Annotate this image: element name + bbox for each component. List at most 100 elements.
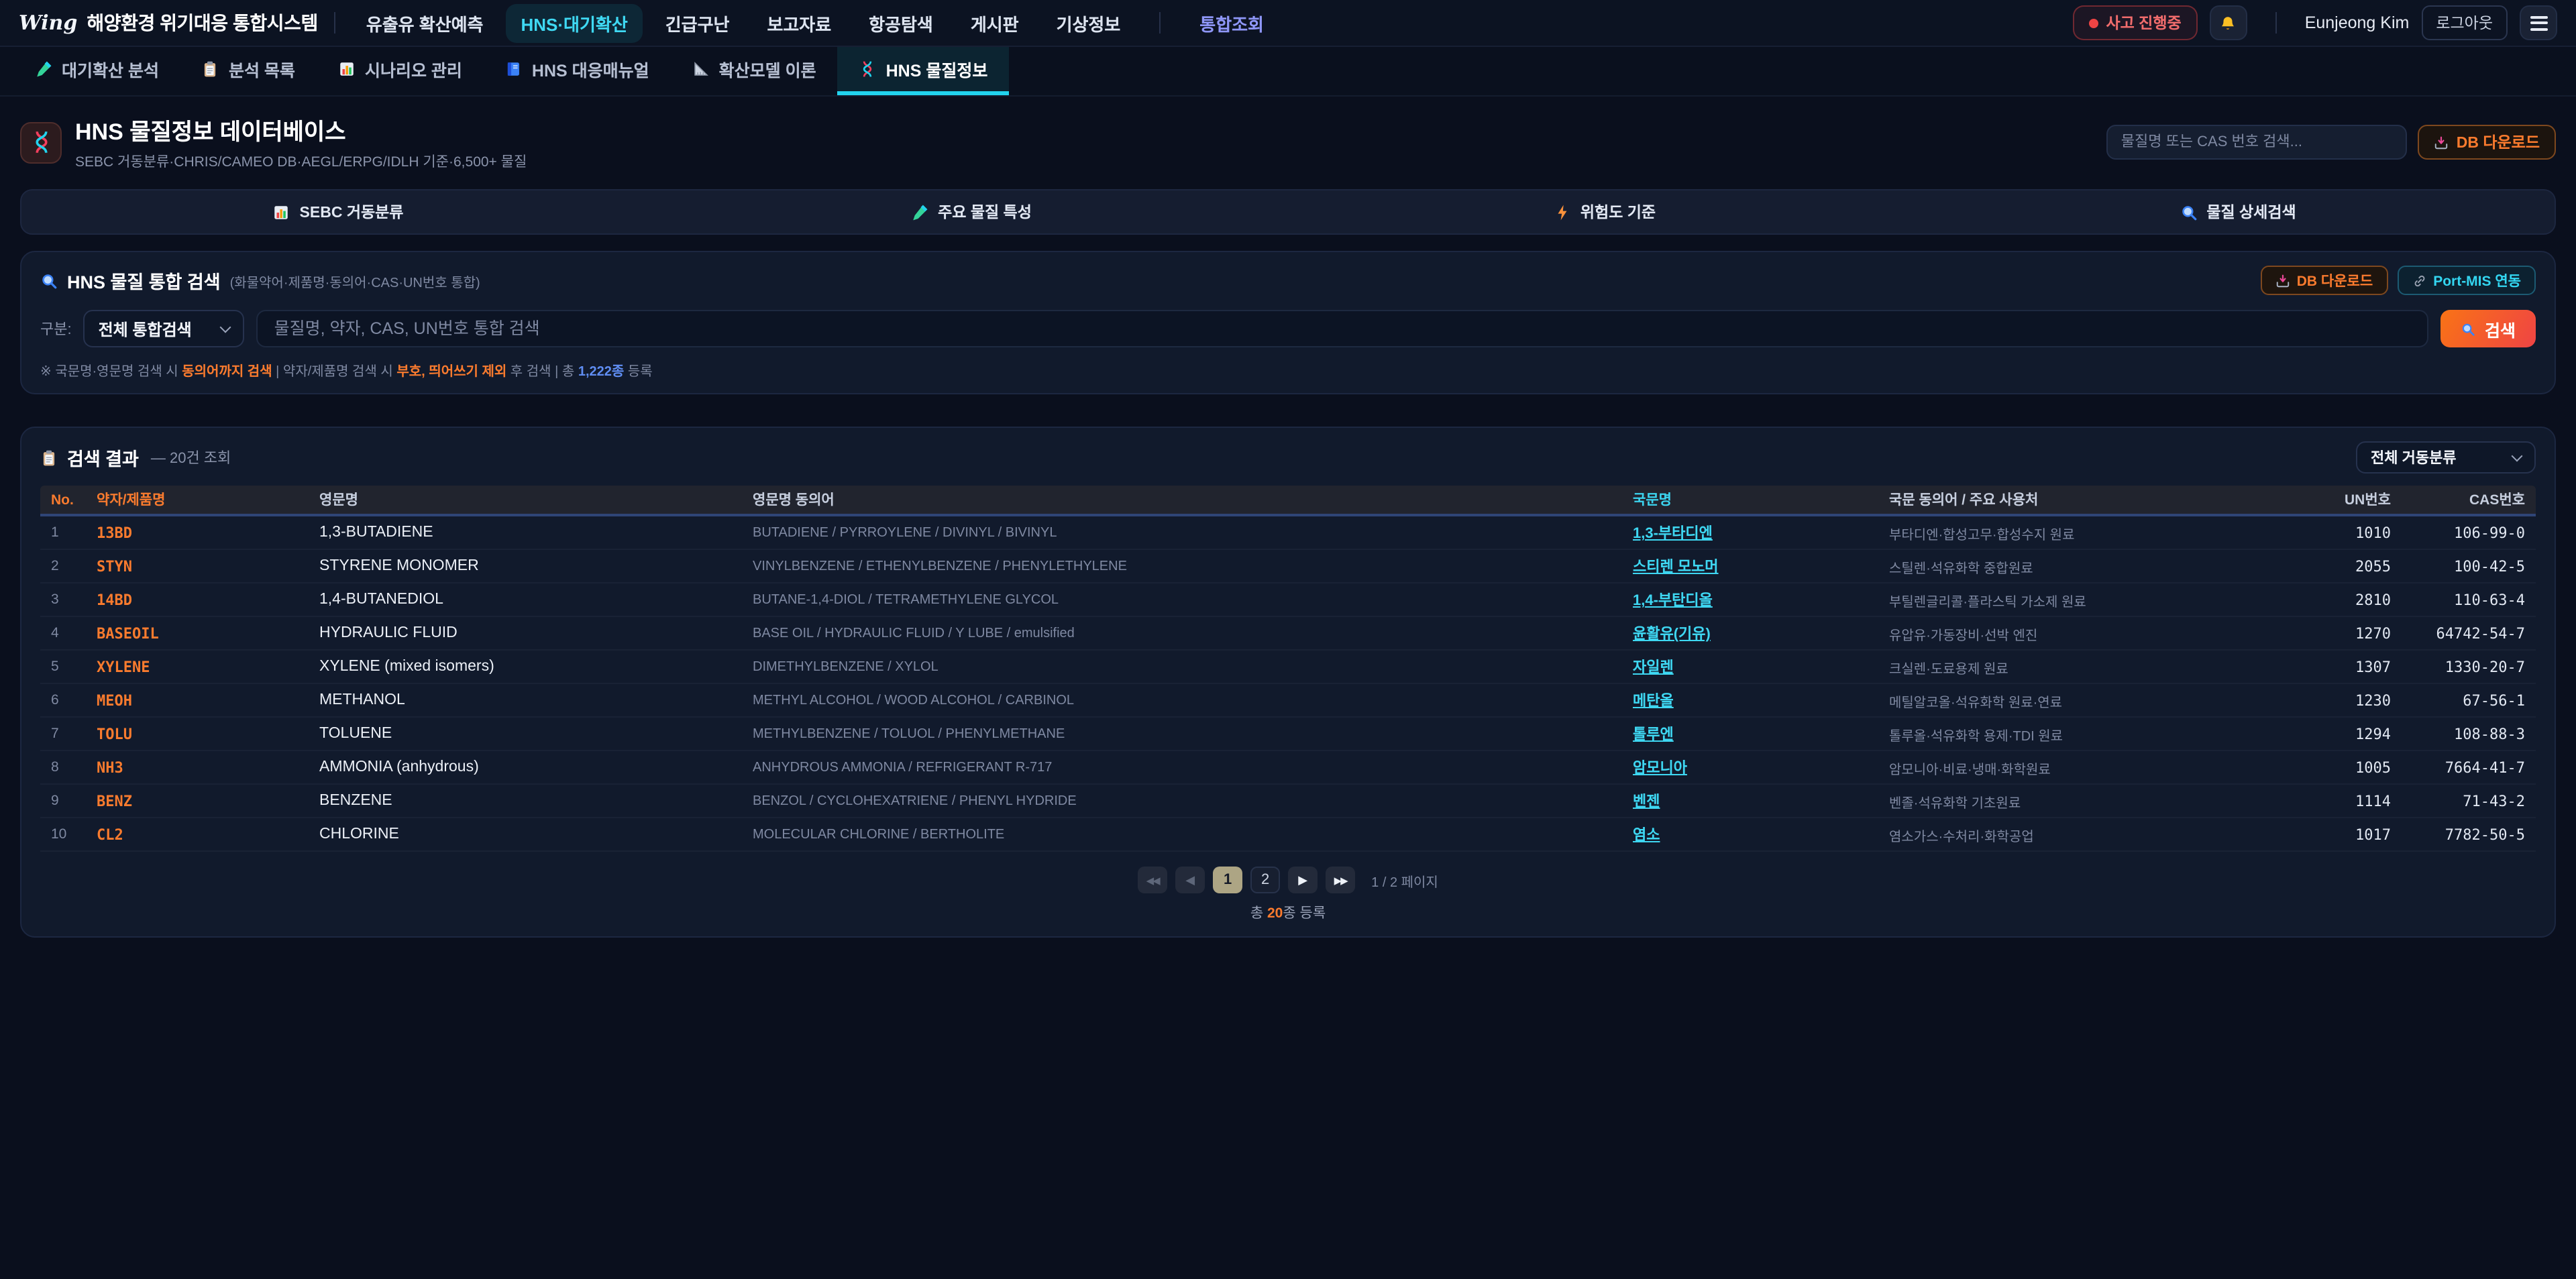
table-row[interactable]: 7TOLUTOLUENEMETHYLBENZENE / TOLUOL / PHE… <box>40 718 2536 751</box>
main-nav: 유출유 확산예측HNS·대기확산긴급구난보고자료항공탐색게시판기상정보 통합조회 <box>352 3 1279 42</box>
portmis-link-button[interactable]: Port-MIS 연동 <box>2397 266 2536 295</box>
cell-no: 9 <box>40 793 86 809</box>
results-count: — 20건 조회 <box>151 447 231 468</box>
cell-cas-number: 1330-20-7 <box>2402 658 2536 675</box>
tab-hns-response-manual[interactable]: HNS 대응매뉴얼 <box>484 47 671 95</box>
cell-kor-syn: 크실렌·도료용제 원료 <box>1878 657 2294 677</box>
nav-item-integrated-lookup[interactable]: 통합조회 <box>1185 3 1279 42</box>
cell-abbr: TOLU <box>86 725 309 742</box>
notifications-button[interactable] <box>2210 5 2247 40</box>
cell-no: 2 <box>40 558 86 574</box>
cell-eng-name: METHANOL <box>309 692 742 708</box>
tab-air-dispersion-analysis[interactable]: 대기확산 분석 <box>13 47 180 95</box>
search-card-title: HNS 물질 통합 검색 <box>67 267 221 294</box>
incident-status-badge[interactable]: 사고 진행중 <box>2072 5 2197 40</box>
cell-un-number: 1010 <box>2294 524 2402 541</box>
incident-badge-label: 사고 진행중 <box>2106 12 2181 34</box>
db-download-button[interactable]: DB 다운로드 <box>2418 125 2556 160</box>
behavior-filter-select[interactable]: 전체 거동분류 <box>2356 441 2536 474</box>
substance-kor-link[interactable]: 윤활유(기유) <box>1622 622 1878 644</box>
search-type-select[interactable]: 전체 통합검색 <box>84 310 245 347</box>
search-button[interactable]: 검색 <box>2440 310 2536 347</box>
cell-cas-number: 110-63-4 <box>2402 591 2536 608</box>
table-row[interactable]: 2STYNSTYRENE MONOMERVINYLBENZENE / ETHEN… <box>40 550 2536 583</box>
page-indicator: 1 / 2 페이지 <box>1371 870 1438 890</box>
next-page-button[interactable]: ▶ <box>1288 867 1318 893</box>
user-name: Eunjeong Kim <box>2305 13 2410 32</box>
substance-kor-link[interactable]: 1,4-부탄디올 <box>1622 589 1878 610</box>
quick-search-input[interactable] <box>2106 125 2407 160</box>
nav-item-reports[interactable]: 보고자료 <box>752 3 846 42</box>
table-row[interactable]: 113BD1,3-BUTADIENEBUTADIENE / PYRROYLENE… <box>40 516 2536 550</box>
search-card: HNS 물질 통합 검색 (화물약어·제품명·동의어·CAS·UN번호 통합) … <box>20 251 2556 394</box>
table-row[interactable]: 314BD1,4-BUTANEDIOLBUTANE-1,4-DIOL / TET… <box>40 583 2536 617</box>
cell-abbr: CL2 <box>86 826 309 843</box>
unified-search-input[interactable] <box>257 310 2428 347</box>
app-logo[interactable]: Wing 해양환경 위기대응 통합시스템 <box>19 9 318 36</box>
table-row[interactable]: 8NH3AMMONIA (anhydrous)ANHYDROUS AMMONIA… <box>40 751 2536 785</box>
nav-item-hns-air-dispersion[interactable]: HNS·대기확산 <box>506 3 643 42</box>
first-page-button[interactable]: ◀◀ <box>1138 867 1167 893</box>
table-row[interactable]: 5XYLENEXYLENE (mixed isomers)DIMETHYLBEN… <box>40 651 2536 684</box>
db-download-button-small[interactable]: DB 다운로드 <box>2261 266 2387 295</box>
col-eng: 영문명 <box>309 490 742 510</box>
cell-eng-syn: ANHYDROUS AMMONIA / REFRIGERANT R-717 <box>742 760 1622 775</box>
link-icon <box>2412 273 2426 288</box>
logout-button[interactable]: 로그아웃 <box>2421 5 2508 40</box>
tab-label: 시나리오 관리 <box>365 56 462 82</box>
cell-abbr: 13BD <box>86 524 309 541</box>
cell-un-number: 1005 <box>2294 759 2402 776</box>
alert-dot-icon <box>2088 18 2098 27</box>
substance-kor-link[interactable]: 메탄올 <box>1622 689 1878 711</box>
tab-analysis-list[interactable]: 분석 목록 <box>180 47 317 95</box>
nav-item-emergency-rescue[interactable]: 긴급구난 <box>651 3 745 42</box>
cell-abbr: STYN <box>86 557 309 575</box>
nav-item-weather-info[interactable]: 기상정보 <box>1042 3 1136 42</box>
substance-kor-link[interactable]: 1,3-부타디엔 <box>1622 522 1878 543</box>
category-label: 물질 상세검색 <box>2206 201 2296 223</box>
cell-cas-number: 71-43-2 <box>2402 792 2536 810</box>
category-tab-substance-detail-search[interactable]: 물질 상세검색 <box>1921 190 2555 233</box>
page-button-1[interactable]: 1 <box>1213 867 1242 893</box>
table-row[interactable]: 10CL2CHLORINEMOLECULAR CHLORINE / BERTHO… <box>40 818 2536 852</box>
col-eng-syn: 영문명 동의어 <box>742 490 1622 510</box>
nav-item-board[interactable]: 게시판 <box>956 3 1034 42</box>
download-icon <box>2275 273 2290 288</box>
substance-kor-link[interactable]: 염소 <box>1622 824 1878 845</box>
substance-kor-link[interactable]: 자일렌 <box>1622 656 1878 677</box>
cell-cas-number: 67-56-1 <box>2402 691 2536 709</box>
cell-no: 1 <box>40 524 86 541</box>
dna-icon <box>29 130 53 154</box>
table-row[interactable]: 4BASEOILHYDRAULIC FLUIDBASE OIL / HYDRAU… <box>40 617 2536 651</box>
clipboard-icon <box>40 449 58 466</box>
results-title: 검색 결과 <box>67 444 139 471</box>
tab-dispersion-model-theory[interactable]: 확산모델 이론 <box>671 47 838 95</box>
search-help-note: ※ 국문명·영문명 검색 시 동의어까지 검색 | 약자/제품명 검색 시 부호… <box>40 359 2536 380</box>
substance-kor-link[interactable]: 암모니아 <box>1622 757 1878 778</box>
category-tab-sebc-classification[interactable]: SEBC 거동분류 <box>21 190 655 233</box>
menu-button[interactable] <box>2520 5 2557 40</box>
substance-kor-link[interactable]: 벤젠 <box>1622 790 1878 812</box>
bell-icon <box>2220 14 2237 32</box>
substance-kor-link[interactable]: 톨루엔 <box>1622 723 1878 744</box>
category-tab-key-substance-properties[interactable]: 주요 물질 특성 <box>655 190 1288 233</box>
category-tab-risk-criteria[interactable]: 위험도 기준 <box>1288 190 1921 233</box>
cell-eng-syn: METHYLBENZENE / TOLUOL / PHENYLMETHANE <box>742 726 1622 741</box>
cell-cas-number: 64742-54-7 <box>2402 624 2536 642</box>
cell-un-number: 1230 <box>2294 691 2402 709</box>
substance-kor-link[interactable]: 스티렌 모노머 <box>1622 555 1878 577</box>
cell-kor-syn: 부타디엔·합성고무·합성수지 원료 <box>1878 522 2294 543</box>
chevron-down-icon <box>220 321 231 333</box>
tab-hns-substance-info[interactable]: HNS 물질정보 <box>838 47 1010 95</box>
nav-item-oil-spill-prediction[interactable]: 유출유 확산예측 <box>352 3 498 42</box>
nav-item-aerial-search[interactable]: 항공탐색 <box>854 3 948 42</box>
cell-cas-number: 100-42-5 <box>2402 557 2536 575</box>
prev-page-button[interactable]: ◀ <box>1175 867 1205 893</box>
table-row[interactable]: 9BENZBENZENEBENZOL / CYCLOHEXATRIENE / P… <box>40 785 2536 818</box>
page-icon-box <box>20 121 62 163</box>
page-button-2[interactable]: 2 <box>1250 867 1280 893</box>
tab-scenario-management[interactable]: 시나리오 관리 <box>317 47 484 95</box>
table-row[interactable]: 6MEOHMETHANOLMETHYL ALCOHOL / WOOD ALCOH… <box>40 684 2536 718</box>
topnav-right: 사고 진행중 Eunjeong Kim 로그아웃 <box>2072 5 2557 40</box>
last-page-button[interactable]: ▶▶ <box>1326 867 1355 893</box>
